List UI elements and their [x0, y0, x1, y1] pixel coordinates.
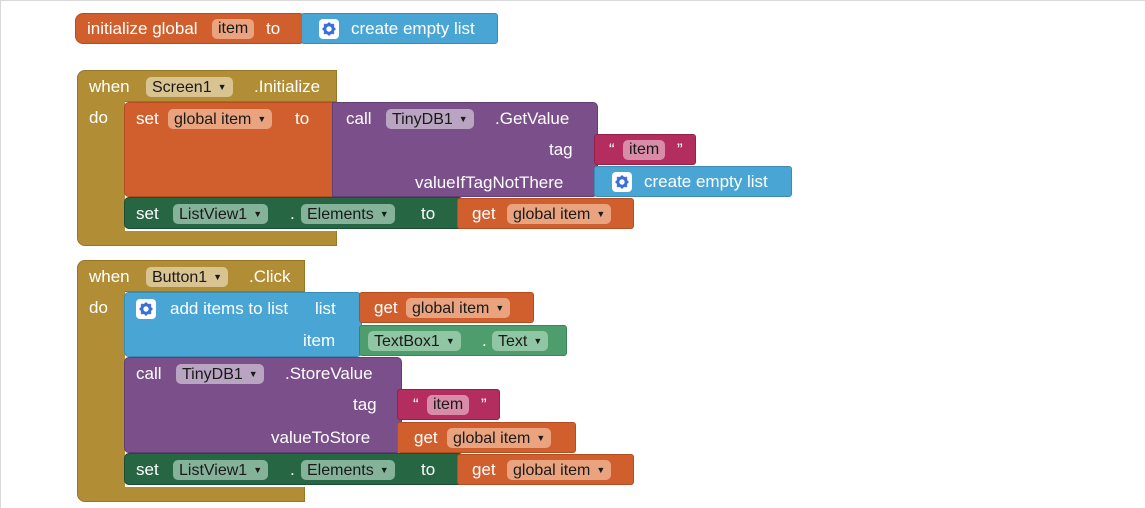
- get-label: get: [414, 428, 438, 447]
- textbox-text-block[interactable]: TextBox1 ▼ . Text ▼: [359, 325, 567, 356]
- dot-label: .: [290, 460, 295, 479]
- screen-initialize-event[interactable]: when Screen1 ▼ .Initialize: [77, 70, 337, 102]
- get-global-item-block[interactable]: get global item ▼: [359, 292, 534, 323]
- chevron-down-icon: ▼: [253, 465, 263, 475]
- when-label: when: [89, 267, 130, 286]
- add-items-to-list-block[interactable]: add items to list list item: [124, 292, 362, 357]
- initialize-global-label: initialize global: [87, 19, 198, 38]
- get-global-item-block[interactable]: get global item ▼: [457, 454, 634, 485]
- global-name-field[interactable]: item: [212, 19, 255, 39]
- chevron-down-icon: ▼: [536, 433, 546, 443]
- dot-label: .: [482, 331, 487, 350]
- textbox-component-dropdown[interactable]: TextBox1 ▼: [368, 331, 461, 351]
- get-variable-dropdown[interactable]: global item ▼: [507, 204, 612, 224]
- text-item-block[interactable]: “ item ”: [594, 134, 696, 165]
- listview-property-dropdown[interactable]: Elements ▼: [301, 204, 395, 224]
- dot-label: .: [290, 204, 295, 223]
- button-click-event[interactable]: when Button1 ▼ .Click: [77, 260, 305, 292]
- chevron-down-icon: ▼: [379, 209, 389, 219]
- value-to-store-label: valueToStore: [271, 428, 371, 447]
- textbox-property-dropdown[interactable]: Text ▼: [492, 331, 549, 351]
- get-label: get: [374, 298, 398, 317]
- set-label: set: [136, 109, 159, 128]
- default-value-label: valueIfTagNotThere: [415, 173, 564, 192]
- chevron-down-icon: ▼: [379, 465, 389, 475]
- set-global-item-block[interactable]: set global item ▼ to: [124, 102, 336, 197]
- tag-label: tag: [549, 140, 573, 159]
- set-listview-elements-block[interactable]: set ListView1 ▼ . Elements ▼ to: [124, 453, 464, 485]
- set-label: set: [136, 204, 159, 223]
- do-label: do: [89, 298, 108, 317]
- close-quote: ”: [677, 140, 683, 159]
- tinydb-storevalue-block[interactable]: call TinyDB1 ▼ .StoreValue tag valueToSto…: [124, 357, 402, 453]
- add-items-label: add items to list: [170, 299, 289, 318]
- get-global-item-block[interactable]: get global item ▼: [397, 422, 576, 453]
- screen-component-dropdown[interactable]: Screen1 ▼: [146, 77, 233, 97]
- chevron-down-icon: ▼: [445, 336, 455, 346]
- screen-initialize-bottom: [77, 231, 337, 246]
- chevron-down-icon: ▼: [257, 114, 267, 124]
- open-quote: “: [609, 140, 615, 159]
- chevron-down-icon: ▼: [213, 272, 223, 282]
- event-name-label: .Click: [249, 267, 291, 286]
- listview-component-dropdown[interactable]: ListView1 ▼: [173, 204, 269, 224]
- create-empty-list-label: create empty list: [644, 172, 768, 191]
- listview-property-dropdown[interactable]: Elements ▼: [301, 460, 395, 480]
- create-empty-list-label: create empty list: [351, 19, 475, 38]
- get-variable-dropdown[interactable]: global item ▼: [447, 428, 552, 448]
- open-quote: “: [413, 395, 419, 414]
- to-label: to: [295, 109, 310, 128]
- do-label: do: [89, 108, 108, 127]
- tag-label: tag: [353, 395, 377, 414]
- get-label: get: [472, 460, 496, 479]
- chevron-down-icon: ▼: [533, 336, 543, 346]
- chevron-down-icon: ▼: [458, 114, 468, 124]
- text-value-field[interactable]: item: [623, 140, 666, 160]
- get-variable-dropdown[interactable]: global item ▼: [406, 298, 511, 318]
- gear-icon[interactable]: [136, 299, 156, 319]
- item-socket-label: item: [303, 331, 336, 350]
- when-label: when: [89, 77, 130, 96]
- get-label: get: [472, 204, 496, 223]
- create-empty-list-block[interactable]: create empty list: [301, 13, 498, 44]
- text-value-field[interactable]: item: [427, 395, 470, 415]
- method-label: .StoreValue: [285, 364, 373, 383]
- close-quote: ”: [481, 395, 487, 414]
- to-label: to: [266, 19, 281, 38]
- tinydb-component-dropdown[interactable]: TinyDB1 ▼: [386, 109, 474, 129]
- chevron-down-icon: ▼: [217, 82, 227, 92]
- blocks-workspace[interactable]: initialize global item to create empty l…: [0, 0, 1145, 508]
- set-variable-dropdown[interactable]: global item ▼: [168, 109, 273, 129]
- button-click-bottom: [77, 487, 305, 502]
- gear-icon[interactable]: [319, 19, 339, 39]
- set-label: set: [136, 460, 159, 479]
- listview-component-dropdown[interactable]: ListView1 ▼: [173, 460, 269, 480]
- call-label: call: [346, 109, 372, 128]
- get-global-item-block[interactable]: get global item ▼: [457, 198, 634, 229]
- text-item-block[interactable]: “ item ”: [397, 389, 500, 420]
- to-label: to: [421, 204, 436, 223]
- chevron-down-icon: ▼: [596, 209, 606, 219]
- chevron-down-icon: ▼: [596, 465, 606, 475]
- gear-icon[interactable]: [612, 172, 632, 192]
- method-label: .GetValue: [495, 109, 570, 128]
- button-click-do-bar: [77, 291, 125, 489]
- chevron-down-icon: ▼: [495, 303, 505, 313]
- get-variable-dropdown[interactable]: global item ▼: [507, 460, 612, 480]
- chevron-down-icon: ▼: [253, 209, 263, 219]
- tinydb-getvalue-block[interactable]: call TinyDB1 ▼ .GetValue tag valueIfTagNo…: [332, 102, 598, 197]
- create-empty-list-block[interactable]: create empty list: [594, 166, 792, 197]
- initialize-global-block[interactable]: initialize global item to: [75, 13, 307, 44]
- tinydb-component-dropdown[interactable]: TinyDB1 ▼: [176, 364, 264, 384]
- chevron-down-icon: ▼: [248, 369, 258, 379]
- button-component-dropdown[interactable]: Button1 ▼: [146, 267, 229, 287]
- to-label: to: [421, 460, 436, 479]
- call-label: call: [136, 364, 162, 383]
- set-listview-elements-block[interactable]: set ListView1 ▼ . Elements ▼ to: [124, 197, 464, 229]
- event-name-label: .Initialize: [254, 77, 321, 96]
- list-socket-label: list: [315, 299, 336, 318]
